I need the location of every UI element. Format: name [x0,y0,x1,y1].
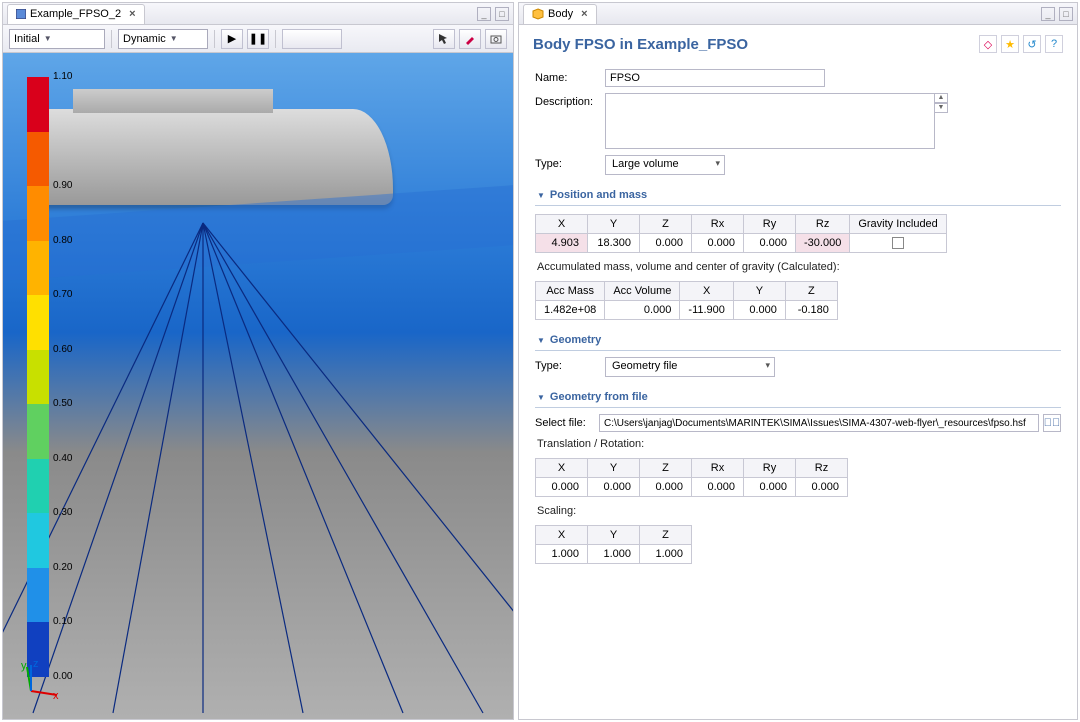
play-button[interactable]: ▶ [221,29,243,49]
cursor-icon [438,33,450,45]
translation-label: Translation / Rotation: [537,438,1059,450]
axis-triad: x y z [21,661,61,701]
gravity-checkbox[interactable] [892,237,904,249]
cell[interactable]: 0.000 [744,478,796,497]
camera-icon [490,33,502,45]
tab-body[interactable]: Body × [523,4,597,24]
viewport-pane: Example_FPSO_2 × _ □ Initial▼ Dynamic▼ ▶… [2,2,514,720]
scene-icon [16,9,26,19]
cell[interactable]: 0.000 [692,478,744,497]
maximize-button[interactable]: □ [1059,7,1073,21]
browse-button[interactable]: �⃞ [1043,414,1061,432]
cell[interactable]: 4.903 [536,234,588,253]
select-file-label: Select file: [535,414,599,429]
chevron-down-icon: ▼ [537,393,545,402]
svg-text:z: z [33,661,39,670]
cell[interactable]: 0.000 [744,234,796,253]
panel-header: Body FPSO in Example_FPSO ◇ ★ ↺ ? [519,25,1077,59]
cell[interactable]: 0.000 [640,478,692,497]
mode-select[interactable]: Dynamic▼ [118,29,208,49]
calc-table: Acc MassAcc VolumeXYZ 1.482e+080.000-11.… [535,281,838,320]
page-title: Body FPSO in Example_FPSO [533,36,975,53]
favorite-button[interactable]: ★ [1001,35,1019,53]
properties-pane: Body × _ □ Body FPSO in Example_FPSO ◇ ★… [518,2,1078,720]
tab-label: Example_FPSO_2 [30,8,121,20]
mooring-lines [3,53,513,719]
viewport-toolbar: Initial▼ Dynamic▼ ▶ ❚❚ [3,25,513,53]
name-input[interactable] [605,69,825,87]
svg-text:y: y [21,661,27,672]
viewport-tabbar: Example_FPSO_2 × _ □ [3,3,513,25]
help-button[interactable]: ? [1045,35,1063,53]
snapshot-button[interactable] [485,29,507,49]
minimize-button[interactable]: _ [1041,7,1055,21]
description-label: Description: [535,93,605,108]
maximize-button[interactable]: □ [495,7,509,21]
cell[interactable]: -11.900 [680,301,734,320]
cell[interactable]: 0.000 [588,478,640,497]
bookmark-button[interactable]: ◇ [979,35,997,53]
pick-tool-button[interactable] [433,29,455,49]
section-position-mass[interactable]: ▼ Position and mass [535,185,1061,206]
cell[interactable]: 1.482e+08 [536,301,605,320]
type-select[interactable]: Large volume [605,155,725,175]
close-icon[interactable]: × [129,8,135,20]
timeline-scrubber[interactable] [282,29,342,49]
tab-example-fpso[interactable]: Example_FPSO_2 × [7,4,145,24]
name-label: Name: [535,69,605,84]
file-path-input[interactable] [599,414,1039,432]
geometry-type-select[interactable]: Geometry file [605,357,775,377]
tab-label: Body [548,8,573,20]
3d-viewport[interactable]: 1.100.900.800.700.600.500.400.300.200.10… [3,53,513,719]
body-form: Name: Description: ▲▼ Type: Large volume… [519,59,1077,588]
minimize-button[interactable]: _ [477,7,491,21]
spin-down[interactable]: ▼ [934,103,948,113]
properties-tabbar: Body × _ □ [519,3,1077,25]
translation-table: XYZRxRyRz0.0000.0000.0000.0000.0000.000 [535,458,848,497]
cell[interactable]: 1.000 [536,545,588,564]
scaling-table: XYZ1.0001.0001.000 [535,525,692,564]
scaling-label: Scaling: [537,505,1059,517]
cell[interactable]: 0.000 [733,301,785,320]
chevron-down-icon: ▼ [537,336,545,345]
chevron-down-icon: ▼ [537,191,545,200]
pause-button[interactable]: ❚❚ [247,29,269,49]
cell[interactable]: 0.000 [796,478,848,497]
color-legend: 1.100.900.800.700.600.500.400.300.200.10… [27,77,49,677]
brush-icon [464,33,476,45]
description-input[interactable] [605,93,935,149]
cell[interactable]: -30.000 [796,234,850,253]
svg-text:x: x [53,690,59,701]
cell[interactable]: 0.000 [605,301,680,320]
color-tool-button[interactable] [459,29,481,49]
spin-up[interactable]: ▲ [934,93,948,103]
cell[interactable]: 0.000 [692,234,744,253]
cell[interactable]: 1.000 [640,545,692,564]
position-table: XYZRxRyRzGravity Included 4.90318.3000.0… [535,214,947,253]
body-icon [532,8,544,20]
cell[interactable]: 1.000 [588,545,640,564]
cell[interactable]: 18.300 [588,234,640,253]
cell[interactable]: 0.000 [640,234,692,253]
link-button[interactable]: ↺ [1023,35,1041,53]
cell[interactable]: 0.000 [536,478,588,497]
state-select[interactable]: Initial▼ [9,29,105,49]
section-geometry-file[interactable]: ▼ Geometry from file [535,387,1061,408]
close-icon[interactable]: × [581,8,587,20]
type-label: Type: [535,155,605,170]
section-geometry[interactable]: ▼ Geometry [535,330,1061,351]
calc-note: Accumulated mass, volume and center of g… [537,261,1059,273]
geom-type-label: Type: [535,357,605,372]
cell[interactable]: -0.180 [785,301,837,320]
